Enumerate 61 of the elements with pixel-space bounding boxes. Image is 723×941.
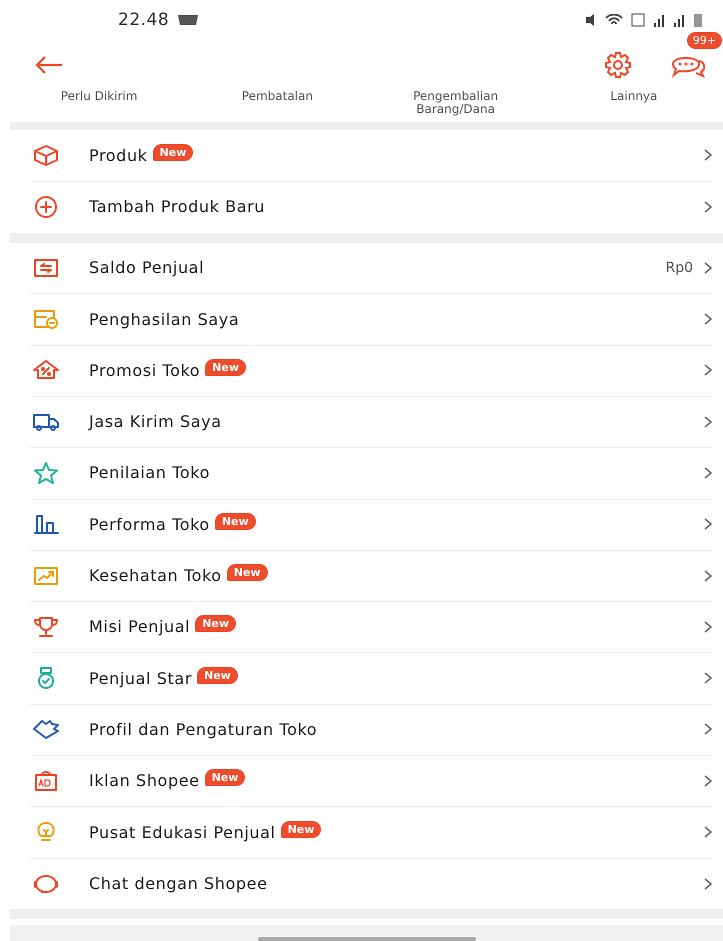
mute-icon	[585, 13, 597, 27]
chevron-icon	[703, 876, 713, 891]
notification-icon	[177, 13, 200, 27]
menu-item[interactable]: Performa Toko New	[10, 499, 723, 550]
menu-item[interactable]: Penjual Star New	[10, 652, 723, 704]
back-arrow-icon[interactable]	[34, 55, 64, 75]
chevron-icon	[703, 363, 713, 378]
new-badge: New	[195, 615, 236, 632]
chevron-icon	[703, 200, 713, 214]
shop-icon	[32, 717, 60, 742]
chevron-icon	[703, 414, 713, 429]
menu-item[interactable]: Produk New	[10, 130, 723, 182]
balance-value: Rp0	[665, 260, 693, 276]
order-status-tab[interactable]: Lainnya	[610, 90, 658, 103]
battery-icon	[693, 13, 703, 27]
menu-item[interactable]: Chat dengan Shopee	[10, 858, 723, 910]
new-badge: New	[197, 666, 238, 684]
wallet-icon	[32, 307, 60, 332]
menu-item[interactable]: Pusat Edukasi Penjual New	[10, 806, 723, 858]
menu-item[interactable]: Promosi Toko New	[10, 345, 723, 396]
chevron-icon	[703, 466, 713, 480]
wifi-icon	[605, 14, 623, 26]
new-badge: New	[205, 358, 246, 376]
plus-circle-icon	[32, 194, 60, 219]
menu-item[interactable]: Kesehatan Toko New	[10, 550, 723, 602]
menu-item[interactable]: Tambah Produk Baru	[10, 181, 723, 233]
chevron-icon	[703, 568, 713, 583]
status-time: 22.48	[118, 10, 170, 30]
ad-bag-icon	[32, 768, 60, 793]
chevron-icon	[703, 260, 713, 275]
chevron-icon	[703, 517, 713, 532]
chevron-icon	[703, 671, 713, 686]
new-badge: New	[152, 144, 194, 161]
menu-item[interactable]: Profil dan Pengaturan Toko	[10, 704, 723, 756]
order-status-tab[interactable]: Perlu Dikirim	[60, 90, 138, 103]
order-status-tab[interactable]: Pengembalian Barang/Dana	[396, 90, 516, 116]
new-badge: New	[204, 769, 246, 786]
chevron-icon	[703, 148, 713, 162]
new-badge: New	[214, 512, 256, 530]
notification-count: 99+	[686, 31, 723, 50]
signal-icon	[673, 13, 685, 27]
chevron-icon	[703, 312, 713, 326]
order-status-tab[interactable]: Pembatalan	[242, 90, 313, 103]
trophy-icon	[32, 614, 60, 639]
chevron-icon	[703, 722, 713, 736]
box-icon	[32, 143, 60, 168]
settings-icon[interactable]	[603, 50, 633, 80]
chevron-icon	[703, 774, 713, 788]
chevron-icon	[703, 620, 713, 634]
chevron-icon	[703, 825, 713, 839]
new-badge: New	[226, 564, 268, 582]
signal-icon	[653, 13, 665, 27]
new-badge: New	[280, 820, 322, 838]
bar-chart-icon	[32, 512, 60, 536]
menu-item[interactable]: Penghasilan Saya	[10, 294, 723, 346]
menu-item[interactable]: Penilaian Toko	[10, 448, 723, 500]
menu-item[interactable]: Misi Penjual New	[10, 602, 723, 653]
menu-item[interactable]: Saldo Penjual Rp0	[10, 242, 723, 294]
star-icon	[32, 460, 60, 485]
menu-item[interactable]: Iklan Shopee New	[10, 756, 723, 807]
menu-item[interactable]: Jasa Kirim Saya	[10, 396, 723, 448]
